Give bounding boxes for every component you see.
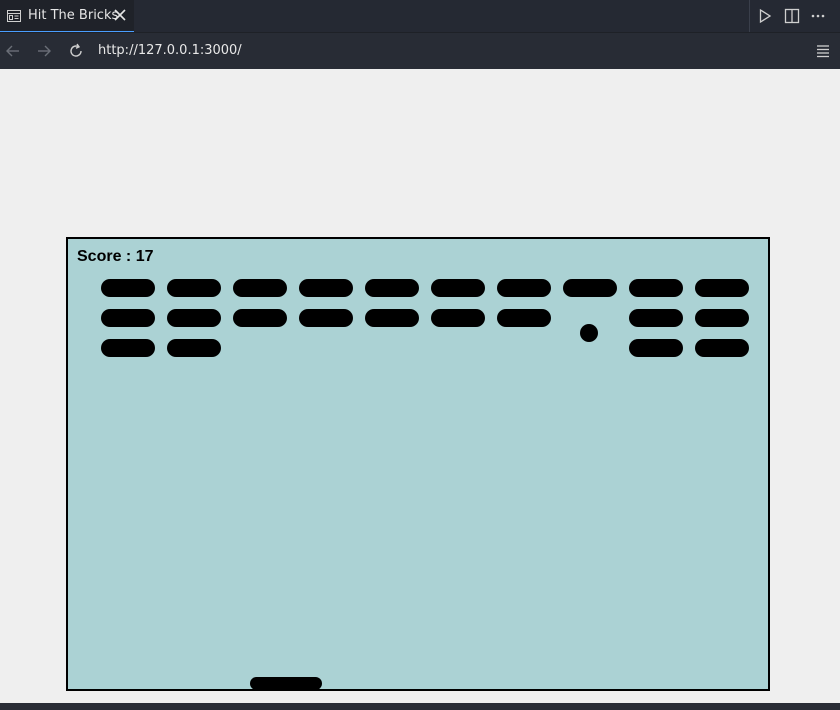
score-label: Score : 17 xyxy=(77,248,154,265)
brick xyxy=(497,279,551,297)
brick xyxy=(365,309,419,327)
paddle[interactable] xyxy=(250,677,322,690)
tab-hit-the-bricks[interactable]: Hit The Bricks xyxy=(0,0,134,32)
play-icon[interactable] xyxy=(757,8,773,24)
brick xyxy=(101,309,155,327)
brick xyxy=(167,279,221,297)
reload-icon[interactable] xyxy=(67,42,85,60)
forward-arrow-icon[interactable] xyxy=(35,42,53,60)
status-bar xyxy=(0,703,840,710)
url-text[interactable]: http://127.0.0.1:3000/ xyxy=(98,43,242,58)
brick xyxy=(233,279,287,297)
close-icon[interactable] xyxy=(113,8,127,22)
game-canvas[interactable]: Score : 17 xyxy=(66,237,770,691)
split-editor-icon[interactable] xyxy=(784,8,800,24)
back-arrow-icon[interactable] xyxy=(4,42,22,60)
tab-bar: Hit The Bricks xyxy=(0,0,840,32)
brick xyxy=(233,309,287,327)
brick xyxy=(299,309,353,327)
brick xyxy=(695,279,749,297)
brick xyxy=(629,279,683,297)
brick xyxy=(167,339,221,357)
brick xyxy=(695,339,749,357)
brick xyxy=(431,279,485,297)
brick xyxy=(431,309,485,327)
brick xyxy=(629,309,683,327)
brick xyxy=(101,279,155,297)
menu-icon[interactable] xyxy=(815,43,831,59)
brick xyxy=(563,279,617,297)
ball xyxy=(580,324,598,342)
tab-title: Hit The Bricks xyxy=(28,8,119,23)
brick xyxy=(299,279,353,297)
brick xyxy=(497,309,551,327)
brick xyxy=(629,339,683,357)
brick xyxy=(695,309,749,327)
more-actions-icon[interactable] xyxy=(810,8,826,24)
preview-icon xyxy=(7,9,21,22)
tab-actions-divider xyxy=(749,0,750,32)
brick xyxy=(365,279,419,297)
brick xyxy=(167,309,221,327)
brick xyxy=(101,339,155,357)
address-bar: http://127.0.0.1:3000/ xyxy=(0,32,840,69)
